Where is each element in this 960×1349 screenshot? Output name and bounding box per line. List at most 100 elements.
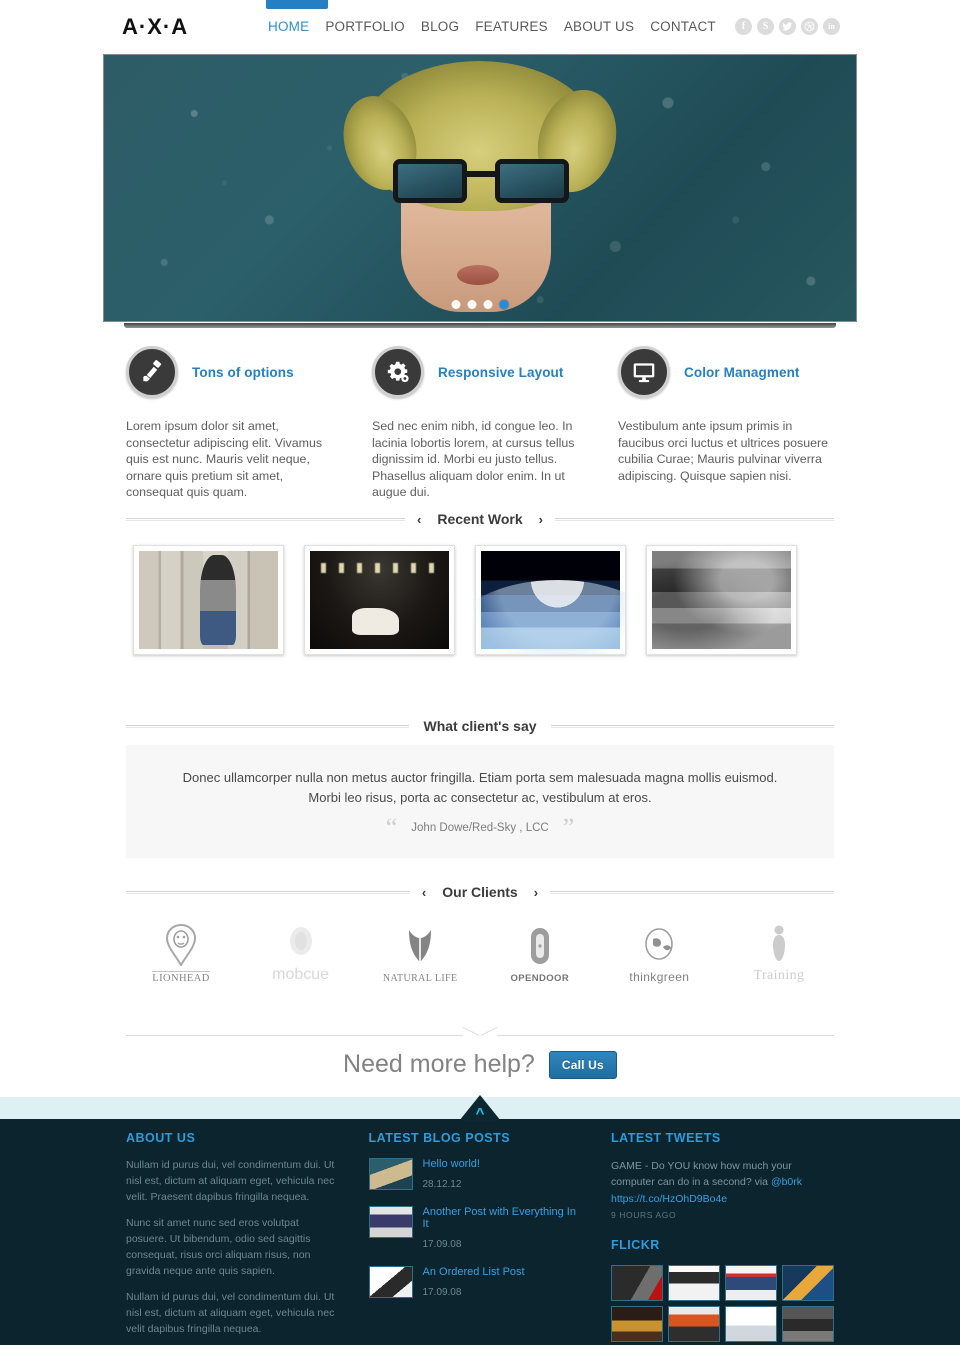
slider-dot-3[interactable]	[483, 300, 493, 309]
testimonial-box: Donec ullamcorper nulla non metus auctor…	[126, 745, 834, 858]
gears-icon	[372, 346, 424, 398]
portfolio-item[interactable]	[304, 545, 455, 655]
slider-dot-1[interactable]	[451, 300, 461, 309]
tweet-handle-link[interactable]: @b0rk	[771, 1176, 802, 1188]
hero-portrait-graphic	[315, 55, 645, 321]
flickr-thumbnail[interactable]	[782, 1305, 834, 1342]
portfolio-image-earth	[476, 551, 625, 654]
flickr-thumbnail[interactable]	[611, 1305, 663, 1342]
client-logo-mobcue[interactable]: mobcue	[246, 912, 356, 984]
twitter-icon[interactable]	[779, 18, 796, 35]
divider-left	[126, 1034, 463, 1036]
hero-slider[interactable]	[103, 54, 857, 322]
monitor-icon	[618, 346, 670, 398]
feature-text: Sed nec enim nibh, id congue leo. In lac…	[372, 419, 575, 499]
call-us-button[interactable]: Call Us	[548, 1050, 617, 1079]
dribbble-icon[interactable]	[801, 18, 818, 35]
blog-post-title[interactable]: An Ordered List Post	[423, 1266, 525, 1278]
feature-card-tons-of-options: Tons of options Lorem ipsum dolor sit am…	[126, 346, 342, 501]
blog-post-item[interactable]: Another Post with Everything In It 17.09…	[368, 1206, 584, 1252]
divider-left	[126, 517, 405, 521]
footer-heading-about: ABOUT US	[126, 1131, 196, 1145]
portfolio-item[interactable]	[475, 545, 626, 655]
clients-prev-arrow[interactable]: ‹	[420, 885, 428, 900]
footer-heading-flickr: FLICKR	[611, 1237, 660, 1252]
blog-post-title[interactable]: Hello world!	[423, 1158, 480, 1170]
client-logo-thinkgreen[interactable]: thinkgreen	[604, 912, 714, 984]
site-header: A·X·A HOME PORTFOLIO BLOG FEATURES ABOUT…	[0, 0, 960, 51]
client-logo-natural-life[interactable]: NATURAL LIFE	[365, 912, 475, 984]
divider-right	[550, 724, 835, 728]
blog-post-item[interactable]: An Ordered List Post 17.09.08	[368, 1266, 584, 1300]
divider-right	[497, 1034, 834, 1036]
tulip-icon	[405, 924, 435, 968]
portfolio-image-horse	[310, 551, 449, 649]
sunglasses-graphic	[393, 159, 569, 205]
section-title-text: What client's say	[423, 718, 537, 734]
flickr-thumbnail-grid	[611, 1264, 834, 1342]
brush-icon	[126, 346, 178, 398]
site-logo[interactable]: A·X·A	[122, 14, 188, 40]
site-footer: ABOUT US Nullam id purus dui, vel condim…	[0, 1119, 960, 1345]
nav-item-contact[interactable]: CONTACT	[650, 19, 716, 34]
nav-item-home[interactable]: HOME	[268, 19, 309, 34]
divider-left	[126, 890, 410, 894]
main-navigation: HOME PORTFOLIO BLOG FEATURES ABOUT US CO…	[268, 19, 716, 34]
slider-dot-2[interactable]	[467, 300, 477, 309]
tweet-text: GAME - Do YOU know how much your compute…	[611, 1160, 792, 1189]
nav-item-about-us[interactable]: ABOUT US	[564, 19, 634, 34]
blog-post-date: 28.12.12	[422, 1179, 462, 1190]
clients-next-arrow[interactable]: ›	[532, 885, 540, 900]
recent-work-prev-arrow[interactable]: ‹	[415, 512, 423, 527]
feature-card-color-managment: Color Managment Vestibulum ante ipsum pr…	[618, 346, 834, 501]
footer-heading-blog: LATEST BLOG POSTS	[368, 1131, 511, 1145]
testimonial-heading: What client's say	[126, 718, 835, 734]
facebook-icon[interactable]: f	[735, 18, 752, 35]
client-logo-lionhead[interactable]: LIONHEAD	[126, 912, 236, 984]
portfolio-image-clouds	[652, 551, 791, 649]
person-icon	[770, 919, 788, 963]
blog-thumbnail	[368, 1266, 413, 1298]
portfolio-item[interactable]	[133, 545, 284, 655]
social-links: f S in	[735, 18, 840, 35]
back-to-top-button[interactable]: ^	[459, 1095, 501, 1121]
quote-open-icon: “	[385, 812, 398, 842]
nav-item-blog[interactable]: BLOG	[421, 19, 459, 34]
skype-icon[interactable]: S	[757, 18, 774, 35]
blog-post-item[interactable]: Hello world! 28.12.12	[368, 1158, 584, 1192]
footer-heading-tweets: LATEST TWEETS	[611, 1131, 721, 1145]
flickr-thumbnail[interactable]	[725, 1305, 777, 1342]
quote-close-icon: ”	[562, 812, 575, 842]
hero-slide-image	[104, 55, 856, 321]
hero-shadow-bar	[124, 323, 836, 328]
divider-right	[555, 517, 835, 521]
features-section: Tons of options Lorem ipsum dolor sit am…	[126, 346, 834, 501]
linkedin-icon[interactable]: in	[823, 18, 840, 35]
portfolio-image-lockers	[139, 551, 278, 649]
client-name: LIONHEAD	[152, 971, 210, 984]
client-logo-opendoor[interactable]: OPENDOOR	[485, 912, 595, 984]
client-name: mobcue	[272, 966, 330, 983]
footer-about-column: ABOUT US Nullam id purus dui, vel condim…	[126, 1119, 341, 1349]
nav-item-features[interactable]: FEATURES	[475, 19, 548, 34]
flickr-thumbnail[interactable]	[782, 1264, 834, 1301]
feature-title: Tons of options	[192, 364, 294, 380]
slider-pagination[interactable]	[451, 300, 509, 309]
recent-work-gallery	[133, 545, 833, 655]
nav-item-portfolio[interactable]: PORTFOLIO	[325, 19, 405, 34]
sheep-icon	[284, 917, 318, 961]
blog-post-date: 17.09.08	[422, 1239, 462, 1250]
slider-dot-4[interactable]	[499, 300, 509, 309]
flickr-thumbnail[interactable]	[725, 1264, 777, 1301]
portfolio-item[interactable]	[646, 545, 797, 655]
blog-post-title[interactable]: Another Post with Everything In It	[423, 1206, 584, 1230]
tweet-url-link[interactable]: https://t.co/HzOhD9Bo4e	[611, 1193, 727, 1205]
leaf-head-icon	[639, 921, 679, 965]
flickr-thumbnail[interactable]	[668, 1264, 720, 1301]
client-logo-training[interactable]: Training	[724, 912, 834, 984]
flickr-thumbnail[interactable]	[611, 1264, 663, 1301]
recent-work-next-arrow[interactable]: ›	[537, 512, 545, 527]
flickr-thumbnail[interactable]	[668, 1305, 720, 1342]
client-name: NATURAL LIFE	[382, 973, 458, 984]
blog-thumbnail	[368, 1158, 413, 1190]
